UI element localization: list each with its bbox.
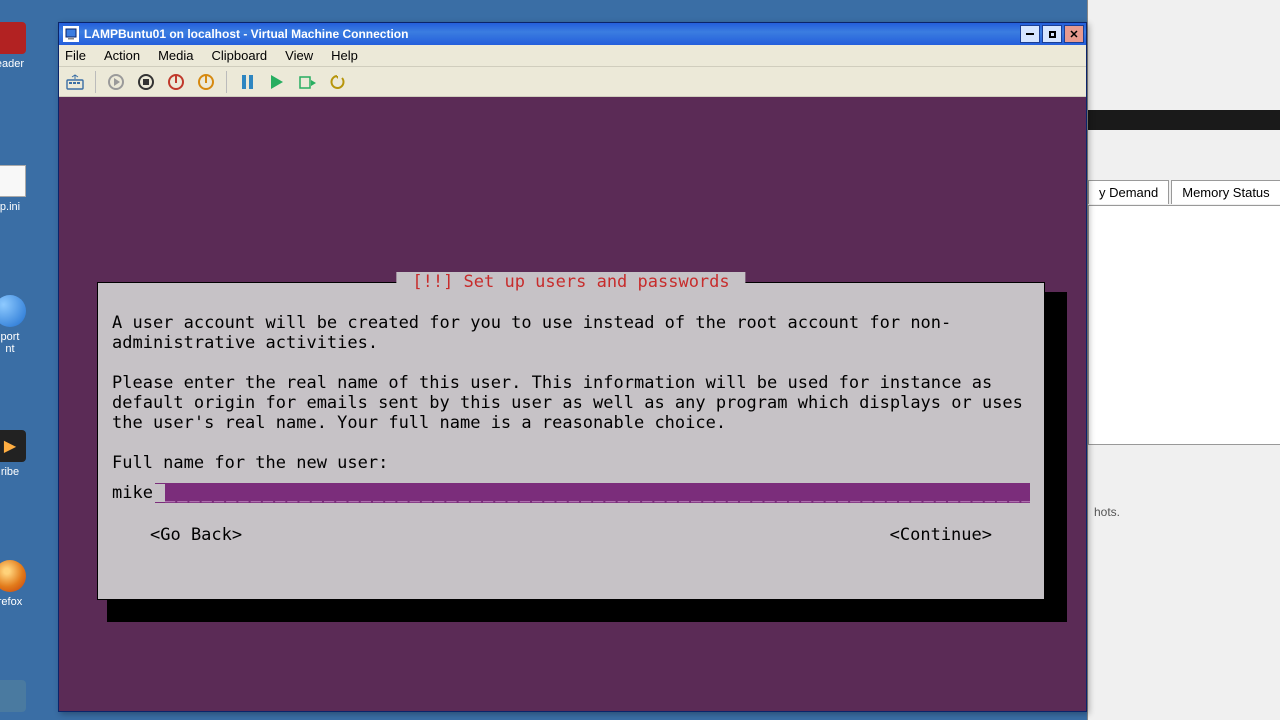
minimize-button[interactable] <box>1020 25 1040 43</box>
turnoff-button[interactable] <box>134 70 158 94</box>
keyboard-icon <box>66 74 84 90</box>
app-icon <box>63 26 79 42</box>
ctrl-alt-del-button[interactable] <box>63 70 87 94</box>
desktop-icon-label: port nt <box>0 331 30 355</box>
desktop-icon[interactable]: ▶ ribe <box>0 430 30 478</box>
maximize-icon <box>1049 31 1056 38</box>
desktop-icon-label: ribe <box>0 466 30 478</box>
shutdown-button[interactable] <box>164 70 188 94</box>
scribe-icon: ▶ <box>0 430 26 462</box>
revert-button[interactable] <box>325 70 349 94</box>
menubar: File Action Media Clipboard View Help <box>59 45 1086 67</box>
dialog-paragraph: Please enter the real name of this user.… <box>112 373 1030 433</box>
revert-icon <box>328 74 346 90</box>
pause-button[interactable] <box>235 70 259 94</box>
dialog-title: [!!] Set up users and passwords <box>396 272 745 292</box>
save-state-icon <box>198 74 214 90</box>
desktop-icon-label: eader <box>0 58 30 70</box>
save-button[interactable] <box>194 70 218 94</box>
fullname-input[interactable]: mike ____________________________________… <box>112 483 1030 503</box>
snapshot-icon <box>298 74 316 90</box>
menu-clipboard[interactable]: Clipboard <box>212 48 268 63</box>
port-icon <box>0 295 26 327</box>
menu-media[interactable]: Media <box>158 48 193 63</box>
go-back-button[interactable]: <Go Back> <box>150 525 242 545</box>
background-toolbar <box>1088 110 1280 130</box>
maximize-button[interactable] <box>1042 25 1062 43</box>
vm-guest-display[interactable]: [!!] Set up users and passwords A user a… <box>59 97 1086 711</box>
desktop-icon[interactable]: p.ini <box>0 165 30 213</box>
text-cursor <box>155 484 165 502</box>
menu-help[interactable]: Help <box>331 48 358 63</box>
menu-file[interactable]: File <box>65 48 86 63</box>
snapshot-button[interactable] <box>295 70 319 94</box>
tab-demand[interactable]: y Demand <box>1088 180 1169 204</box>
toolbar-separator <box>226 71 227 93</box>
desktop-icon[interactable]: refox <box>0 560 30 608</box>
minimize-icon <box>1026 33 1034 35</box>
toolbar <box>59 67 1086 97</box>
input-value: mike <box>112 483 155 503</box>
desktop-icon-label: refox <box>0 596 30 608</box>
close-button[interactable]: ✕ <box>1064 25 1084 43</box>
tab-memory-status[interactable]: Memory Status <box>1171 180 1280 204</box>
close-icon: ✕ <box>1069 28 1078 41</box>
firefox-icon <box>0 560 26 592</box>
background-list-area <box>1088 205 1280 445</box>
play-icon <box>271 75 283 89</box>
background-window: y Demand Memory Status hots. <box>1087 0 1280 720</box>
desktop-icon-label: p.ini <box>0 201 30 213</box>
start-button[interactable] <box>104 70 128 94</box>
window-title: LAMPBuntu01 on localhost - Virtual Machi… <box>84 27 1018 41</box>
ini-file-icon <box>0 165 26 197</box>
continue-button[interactable]: <Continue> <box>890 525 992 545</box>
cube-icon <box>0 680 26 712</box>
stop-icon <box>138 74 154 90</box>
vm-connection-window: LAMPBuntu01 on localhost - Virtual Machi… <box>58 22 1087 712</box>
input-prompt-label: Full name for the new user: <box>112 453 1030 473</box>
start-icon <box>108 74 124 90</box>
menu-view[interactable]: View <box>285 48 313 63</box>
input-fill: ________________________________________… <box>165 483 1030 503</box>
desktop-icon[interactable] <box>0 680 30 716</box>
titlebar[interactable]: LAMPBuntu01 on localhost - Virtual Machi… <box>59 23 1086 45</box>
installer-dialog: [!!] Set up users and passwords A user a… <box>97 282 1045 600</box>
background-hint-text: hots. <box>1094 505 1120 519</box>
desktop-icon[interactable]: port nt <box>0 295 30 355</box>
reset-button[interactable] <box>265 70 289 94</box>
pause-icon <box>242 75 253 89</box>
reader-icon <box>0 22 26 54</box>
menu-action[interactable]: Action <box>104 48 140 63</box>
toolbar-separator <box>95 71 96 93</box>
dialog-paragraph: A user account will be created for you t… <box>112 313 1030 353</box>
shutdown-icon <box>168 74 184 90</box>
desktop-icon[interactable]: eader <box>0 22 30 70</box>
